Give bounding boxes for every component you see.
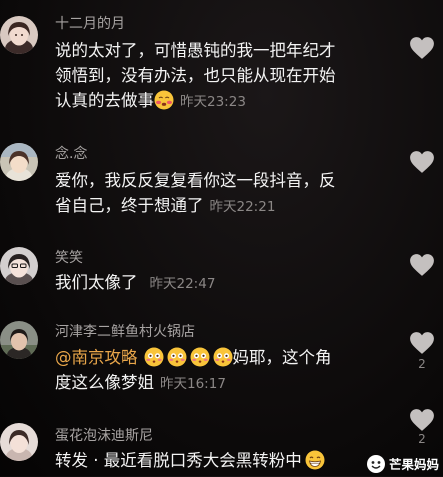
flushed-face-emoji [167, 347, 187, 367]
comment-username[interactable]: 念.念 [55, 143, 87, 163]
comment-text-line: 说的太对了，可惜愚钝的我一把年纪才 [55, 41, 336, 60]
flushed-face-emoji [144, 347, 164, 367]
comment-text: 我们太像了 昨天22:47 [55, 270, 400, 297]
comment-timestamp: 昨天22:21 [209, 199, 276, 215]
like-heart-icon[interactable] [409, 331, 435, 355]
like-heart-icon[interactable] [409, 36, 435, 60]
comment-text-line: 爱你，我反反复复看你这一段抖音，反 [55, 171, 336, 190]
avatar[interactable] [0, 321, 38, 359]
comment-text-line-part: 省自己，终于想通了 [55, 196, 204, 215]
comment-text-line: 认真的去做事 昨天23:23 [55, 88, 400, 115]
comment-text-line: @南京攻略 妈耶，这个角 [55, 345, 400, 370]
comment-text-line-part: 度这么像梦姐 [55, 373, 154, 392]
comment-text-line: 转发 · 最近看脱口秀大会黑转粉中 [55, 448, 400, 473]
comment-text: 爱你，我反反复复看你这一段抖音，反 省自己，终于想通了 昨天22:21 [55, 168, 400, 220]
avatar[interactable] [0, 143, 38, 181]
like-heart-icon[interactable] [409, 408, 435, 432]
comment-text-line-part: 我们太像了 [55, 273, 138, 292]
mention-link[interactable]: @南京攻略 [55, 348, 138, 367]
flushed-face-emoji [213, 347, 233, 367]
watermark: 芒果妈妈 [366, 454, 439, 473]
like-heart-icon[interactable] [409, 253, 435, 277]
watermark-text: 芒果妈妈 [388, 457, 439, 472]
comment-timestamp: 昨天23:23 [180, 94, 246, 110]
comment-text: 转发 · 最近看脱口秀大会黑转粉中 [55, 448, 400, 473]
comment-text-line: 我们太像了 昨天22:47 [55, 270, 400, 297]
comment-username[interactable]: 十二月的月 [55, 13, 125, 33]
comment-timestamp: 昨天16:17 [160, 376, 226, 392]
flushed-face-emoji [190, 347, 210, 367]
comment-text-line: 省自己，终于想通了 昨天22:21 [55, 193, 400, 220]
like-count: 2 [418, 357, 426, 371]
comment-text-line-part: 转发 · 最近看脱口秀大会黑转粉中 [55, 451, 302, 470]
like-heart-icon[interactable] [409, 150, 435, 174]
comment-text-line-part: 认真的去做事 [55, 91, 154, 110]
comment-text: @南京攻略 妈耶，这个角 度这么像梦姐 昨天16:17 [55, 345, 400, 397]
avatar[interactable] [0, 247, 38, 285]
blushing-face-emoji [154, 90, 174, 110]
avatar[interactable] [0, 423, 38, 461]
comment-timestamp: 昨天22:47 [149, 276, 216, 292]
comment-username[interactable]: 蛋花泡沫迪斯尼 [55, 425, 153, 445]
comment-text-line: 领悟到，没有办法，也只能从现在开始 [55, 66, 336, 85]
comment-username[interactable]: 笑笑 [55, 247, 83, 267]
comment-username[interactable]: 河津李二鲜鱼村火锅店 [55, 321, 195, 341]
watermark-logo-icon [366, 454, 385, 473]
comment-text: 说的太对了，可惜愚钝的我一把年纪才 领悟到，没有办法，也只能从现在开始 认真的去… [55, 38, 400, 115]
like-count: 2 [418, 432, 426, 446]
comment-text-line: 度这么像梦姐 昨天16:17 [55, 370, 400, 397]
grinning-face-emoji [305, 450, 325, 470]
comment-text-line-part: 妈耶，这个角 [232, 348, 332, 367]
avatar[interactable] [0, 16, 38, 54]
